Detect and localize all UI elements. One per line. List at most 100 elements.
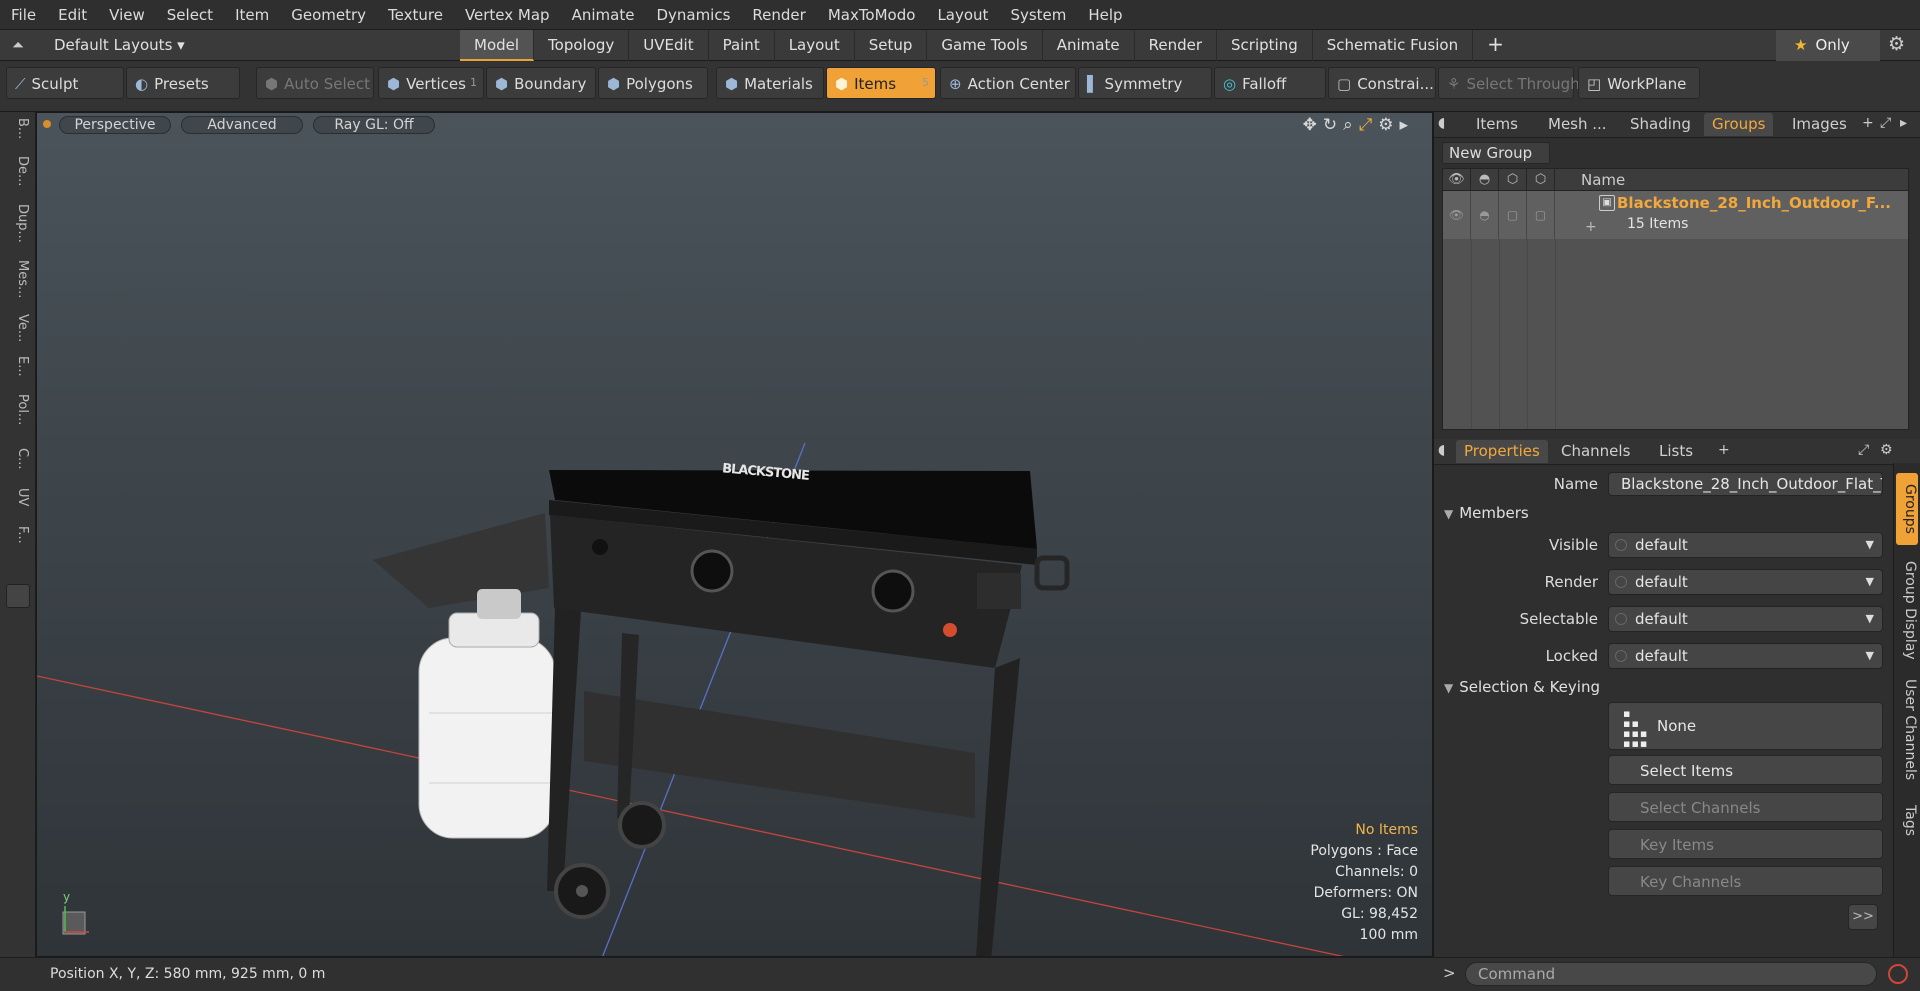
- workplane-button[interactable]: ◰ WorkPlane: [1578, 67, 1700, 99]
- add-props-tab-plus-icon[interactable]: +: [1718, 442, 1730, 458]
- render-icon[interactable]: ◓: [1471, 169, 1499, 191]
- select-items-button[interactable]: Select Items: [1608, 755, 1883, 785]
- group-row[interactable]: 👁 ◓ ▢ ▢ + ▣ Blackstone_28_Inch_Outdoor_F…: [1443, 191, 1908, 239]
- strip-tab-polygon[interactable]: Pol...: [6, 394, 30, 425]
- add-tab-plus-icon[interactable]: +: [1473, 30, 1518, 61]
- key-channels-button[interactable]: Key Channels: [1608, 866, 1883, 896]
- polygons-button[interactable]: ⬢ Polygons: [598, 67, 708, 99]
- layout-up-arrow-icon[interactable]: ⏶: [12, 36, 24, 54]
- tab-game-tools[interactable]: Game Tools: [927, 30, 1043, 61]
- items-button[interactable]: ⬢ Items 5: [826, 67, 936, 99]
- panel-menu-dot-icon[interactable]: ◖: [1438, 115, 1445, 131]
- strip-tab-uv[interactable]: UV: [6, 488, 30, 506]
- menu-help[interactable]: Help: [1077, 6, 1133, 24]
- tab-layout[interactable]: Layout: [775, 30, 855, 61]
- menu-geometry[interactable]: Geometry: [280, 6, 377, 24]
- menu-animate[interactable]: Animate: [561, 6, 646, 24]
- layout-gear-icon[interactable]: ⚙: [1888, 33, 1905, 55]
- tab-properties[interactable]: Properties: [1456, 440, 1548, 463]
- strip-tab-curve[interactable]: C...: [6, 448, 30, 469]
- raygl-button[interactable]: Ray GL: Off: [313, 116, 435, 134]
- side-tab-user-channels[interactable]: User Channels: [1896, 675, 1918, 785]
- select-channels-button[interactable]: Select Channels: [1608, 792, 1883, 822]
- materials-button[interactable]: ⬢ Materials: [716, 67, 824, 99]
- command-input[interactable]: Command: [1465, 962, 1877, 986]
- record-icon[interactable]: [1888, 964, 1908, 984]
- strip-bottom-button[interactable]: [6, 584, 30, 608]
- props-menu-dot-icon[interactable]: ◖: [1438, 442, 1445, 458]
- selectable-dropdown[interactable]: default ▼: [1608, 606, 1883, 632]
- command-history-arrow-icon[interactable]: >: [1443, 964, 1456, 982]
- select-through-button[interactable]: ⚘ Select Through: [1438, 67, 1580, 99]
- visibility-eye-icon[interactable]: 👁: [1443, 169, 1471, 191]
- tab-lists[interactable]: Lists: [1659, 442, 1693, 460]
- menu-layout[interactable]: Layout: [926, 6, 999, 24]
- vertices-button[interactable]: ⬢ Vertices 1: [378, 67, 484, 99]
- more-button[interactable]: >>: [1848, 904, 1878, 930]
- strip-tab-edge[interactable]: E...: [6, 356, 30, 377]
- boundary-button[interactable]: ⬢ Boundary: [486, 67, 596, 99]
- panel-expand-icon[interactable]: ⤢: [1880, 115, 1891, 131]
- menu-file[interactable]: File: [0, 6, 47, 24]
- menu-render[interactable]: Render: [741, 6, 816, 24]
- tab-shading[interactable]: Shading: [1630, 115, 1691, 133]
- pan-icon[interactable]: ✥: [1303, 115, 1323, 135]
- tab-scripting[interactable]: Scripting: [1217, 30, 1313, 61]
- row-lock-checkbox[interactable]: ▢: [1499, 191, 1527, 239]
- row-eye-icon[interactable]: 👁: [1443, 191, 1471, 239]
- default-layouts-dropdown[interactable]: Default Layouts ▾: [54, 36, 185, 54]
- row-select-checkbox[interactable]: ▢: [1527, 191, 1555, 239]
- zoom-icon[interactable]: ⌕: [1343, 115, 1359, 135]
- tab-images[interactable]: Images: [1792, 115, 1847, 133]
- expand-plus-icon[interactable]: +: [1585, 219, 1597, 235]
- viewport-expand-icon[interactable]: ▸: [1399, 115, 1414, 135]
- menu-item[interactable]: Item: [224, 6, 280, 24]
- strip-tab-duplicate[interactable]: Dup...: [6, 204, 30, 243]
- tab-schematic-fusion[interactable]: Schematic Fusion: [1313, 30, 1474, 61]
- menu-texture[interactable]: Texture: [377, 6, 454, 24]
- menu-edit[interactable]: Edit: [47, 6, 98, 24]
- lock-cube-icon[interactable]: ⬡: [1499, 169, 1527, 191]
- sculpt-button[interactable]: ⟋ Sculpt: [6, 67, 124, 99]
- selection-keying-section[interactable]: ▼ Selection & Keying: [1434, 678, 1894, 700]
- props-expand-icon[interactable]: ⤢: [1858, 442, 1869, 458]
- tab-setup[interactable]: Setup: [855, 30, 928, 61]
- menu-dynamics[interactable]: Dynamics: [645, 6, 741, 24]
- advanced-button[interactable]: Advanced: [181, 116, 303, 134]
- add-panel-tab-plus-icon[interactable]: +: [1862, 115, 1874, 131]
- strip-tab-basic[interactable]: B...: [6, 118, 30, 139]
- strip-tab-fusion[interactable]: F...: [6, 526, 30, 544]
- row-render-icon[interactable]: ◓: [1471, 191, 1499, 239]
- props-gear-icon[interactable]: ⚙: [1880, 442, 1893, 458]
- tab-paint[interactable]: Paint: [709, 30, 775, 61]
- tab-mesh[interactable]: Mesh ...: [1548, 115, 1607, 133]
- tab-items[interactable]: Items: [1476, 115, 1518, 133]
- fit-icon[interactable]: ⤢: [1359, 115, 1379, 135]
- new-group-button[interactable]: New Group: [1442, 142, 1550, 164]
- strip-tab-deform[interactable]: De...: [6, 156, 30, 186]
- locked-dropdown[interactable]: default ▼: [1608, 643, 1883, 669]
- menu-vertex-map[interactable]: Vertex Map: [454, 6, 561, 24]
- strip-tab-mesh[interactable]: Mes...: [6, 260, 30, 298]
- auto-select-button[interactable]: ⬢ Auto Select: [256, 67, 374, 99]
- 3d-viewport[interactable]: BLACKSTONE Perspective Advanced Ray GL: …: [36, 112, 1433, 957]
- menu-view[interactable]: View: [98, 6, 156, 24]
- tab-animate[interactable]: Animate: [1043, 30, 1135, 61]
- tab-uvedit[interactable]: UVEdit: [629, 30, 709, 61]
- menu-maxtomodo[interactable]: MaxToModo: [817, 6, 927, 24]
- panel-more-arrow-icon[interactable]: ▸: [1900, 115, 1907, 131]
- side-tab-tags[interactable]: Tags: [1896, 795, 1918, 845]
- constraints-button[interactable]: ▢ Constrai...: [1328, 67, 1436, 99]
- side-tab-groups[interactable]: Groups: [1896, 473, 1918, 545]
- action-center-button[interactable]: ⊕ Action Center: [940, 67, 1076, 99]
- falloff-button[interactable]: ◎ Falloff: [1214, 67, 1326, 99]
- group-name-field[interactable]: Blackstone_28_Inch_Outdoor_Flat_Tc: [1608, 472, 1883, 496]
- select-cube-icon[interactable]: ⬡: [1527, 169, 1555, 191]
- none-button[interactable]: ▪ ▪▪ ▪▪▪ ▪▪▪ None: [1608, 702, 1883, 750]
- visible-dropdown[interactable]: default ▼: [1608, 532, 1883, 558]
- viewport-gear-icon[interactable]: ⚙: [1378, 115, 1399, 135]
- presets-button[interactable]: ◐ Presets: [126, 67, 240, 99]
- tab-channels[interactable]: Channels: [1561, 442, 1630, 460]
- perspective-button[interactable]: Perspective: [59, 116, 171, 134]
- strip-tab-vertex[interactable]: Ve...: [6, 314, 30, 342]
